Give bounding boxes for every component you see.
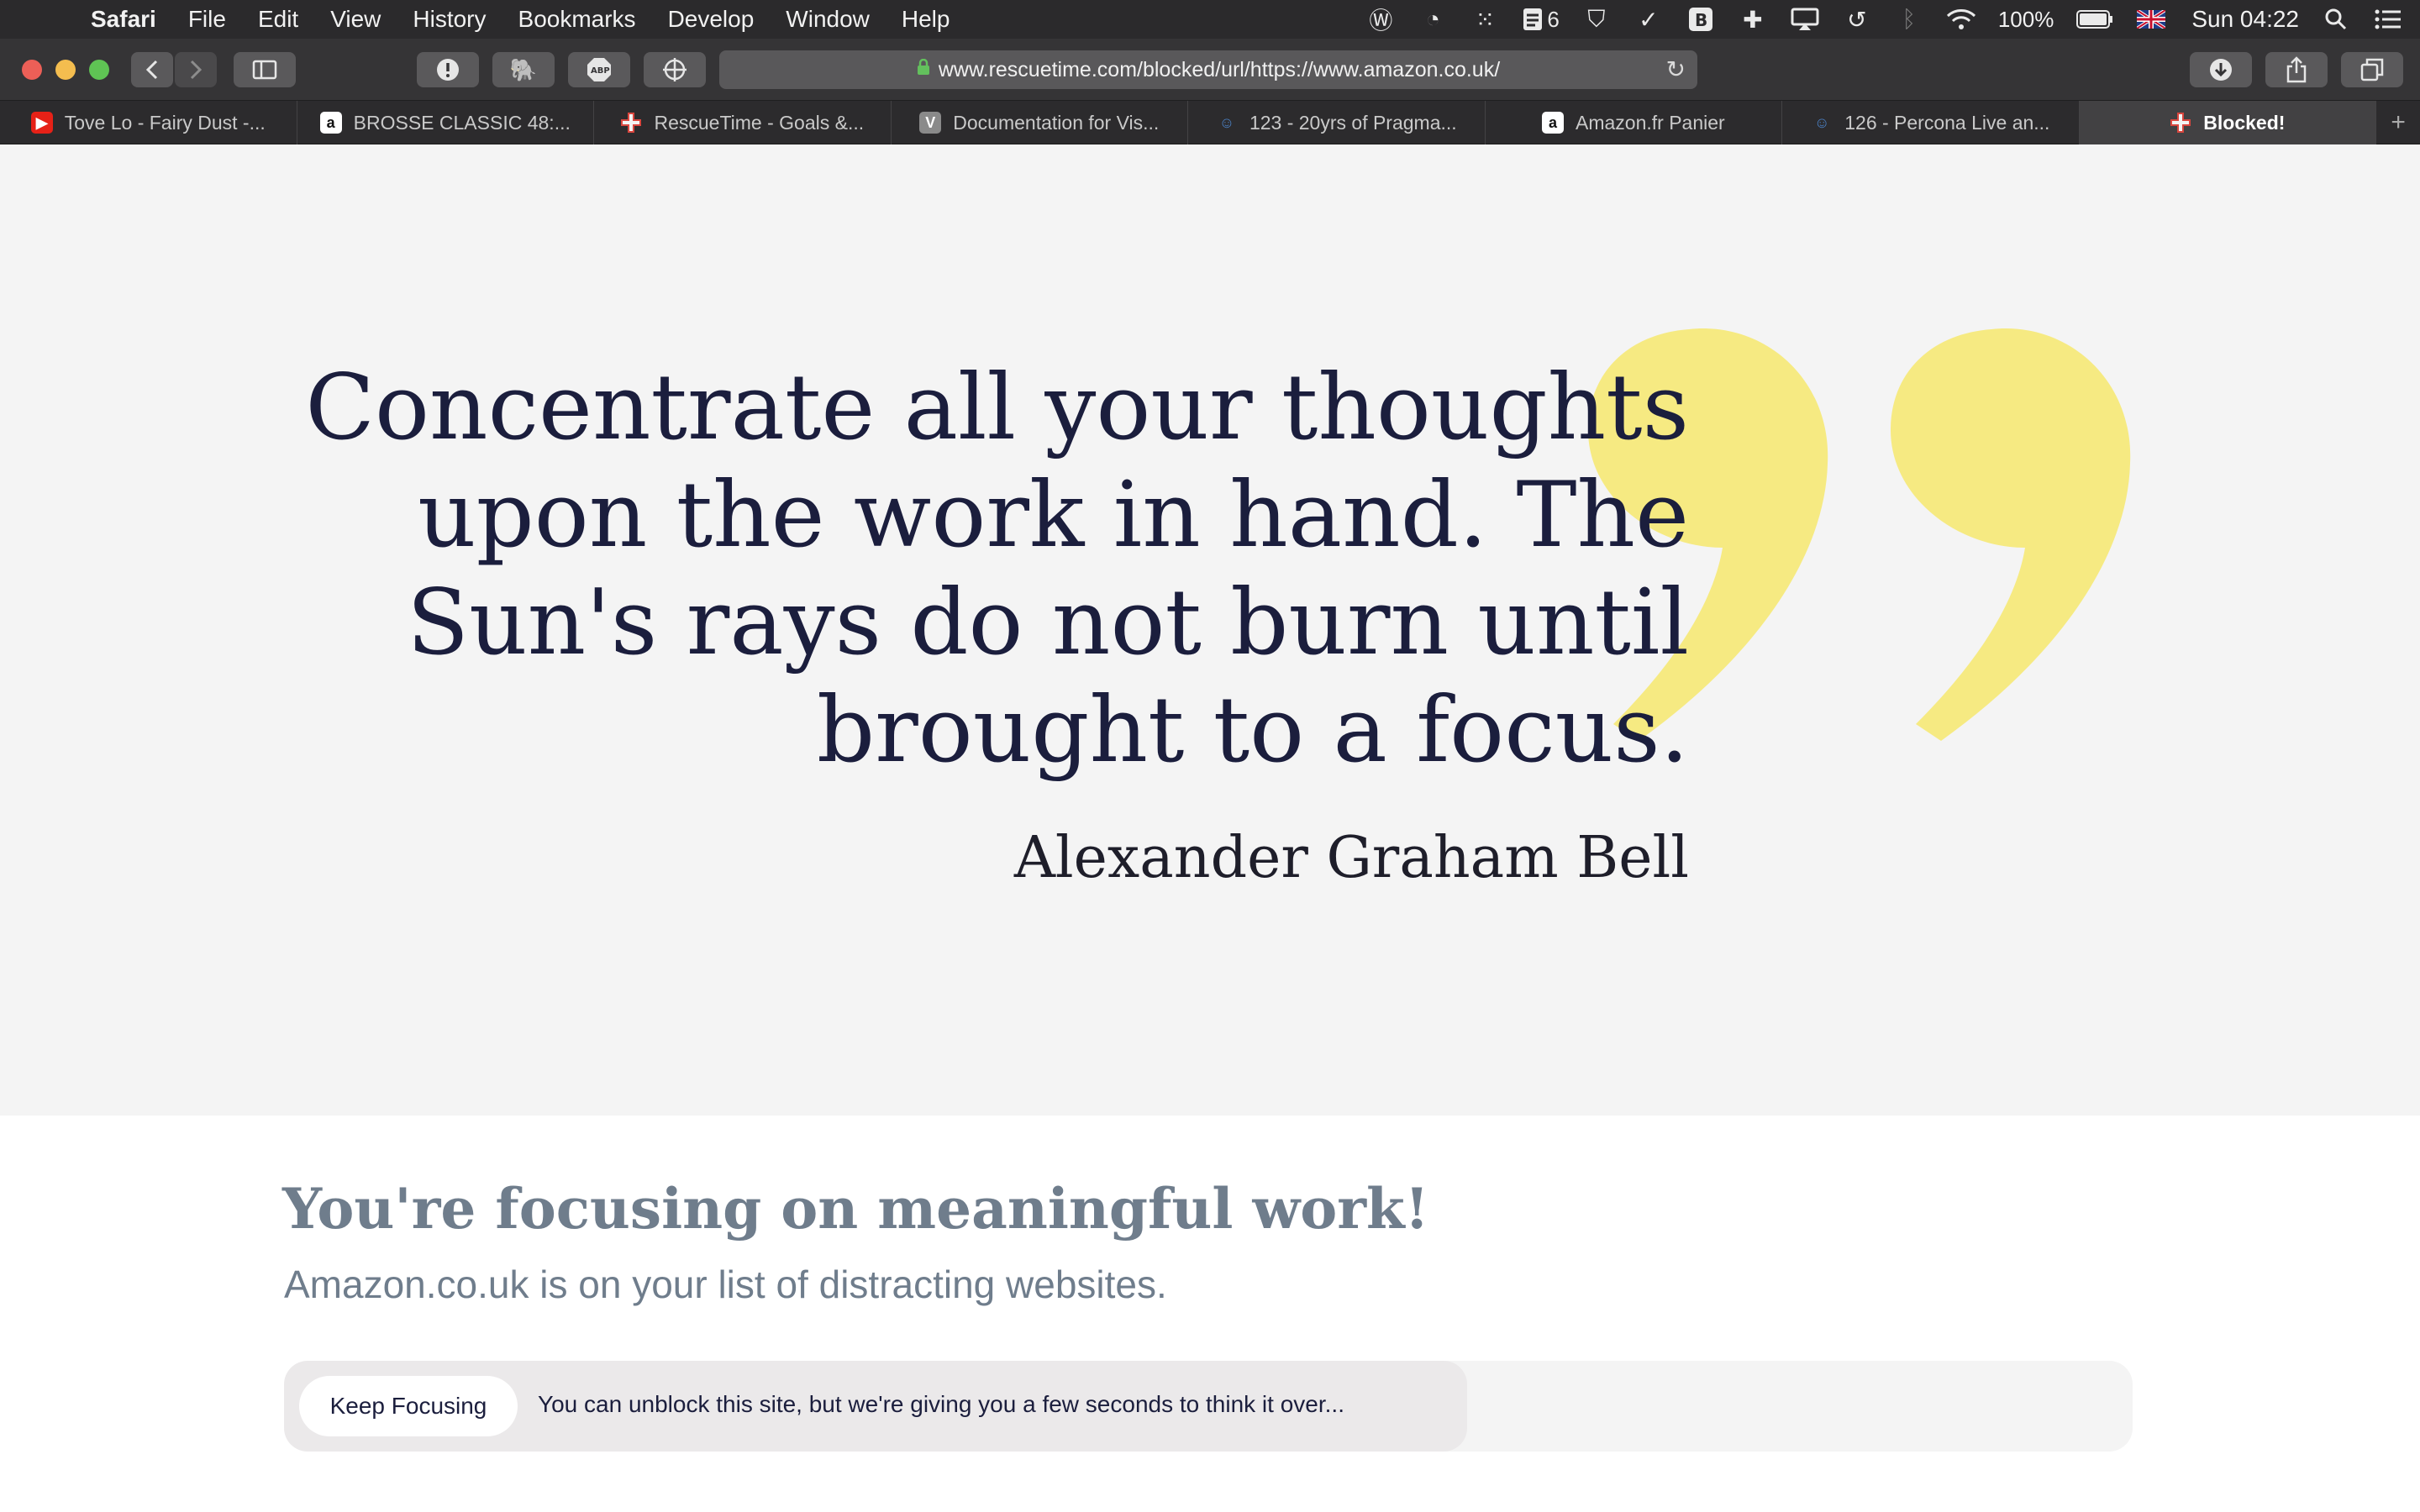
battery-icon[interactable] — [2075, 4, 2114, 34]
share-button[interactable] — [2265, 52, 2328, 87]
close-window-button[interactable] — [22, 60, 42, 80]
notification-count: 6 — [1547, 6, 1560, 32]
tab-title: 123 - 20yrs of Pragma... — [1249, 111, 1457, 134]
sidebar-icon — [252, 60, 277, 80]
rescuetime-icon — [620, 112, 642, 134]
browser-tab[interactable]: V Documentation for Vis... — [892, 101, 1189, 144]
browser-tab-active[interactable]: Blocked! — [2079, 101, 2377, 144]
back-button[interactable] — [131, 52, 173, 87]
b-app-icon[interactable]: B — [1686, 4, 1716, 34]
bluetooth-icon[interactable]: ᛒ — [1894, 4, 1924, 34]
menu-bar-clock[interactable]: Sun 04:22 — [2191, 6, 2299, 33]
downloads-button[interactable] — [2190, 52, 2252, 87]
safari-toolbar: 🐘 ABP www.rescuetime.com/blocked/url/htt… — [0, 39, 2420, 101]
browser-tab[interactable]: ☺ 126 - Percona Live an... — [1782, 101, 2080, 144]
browser-tab[interactable]: a BROSSE CLASSIC 48:... — [297, 101, 595, 144]
exclamation-circle-icon — [437, 59, 459, 81]
menu-bookmarks[interactable]: Bookmarks — [518, 6, 636, 33]
amazon-icon: a — [319, 112, 342, 134]
plus-cross-icon[interactable]: ✚ — [1738, 4, 1768, 34]
menu-file[interactable]: File — [188, 6, 226, 33]
quote-author: Alexander Graham Bell — [1013, 825, 1689, 891]
tab-overview-button[interactable] — [2341, 52, 2403, 87]
menu-window[interactable]: Window — [786, 6, 870, 33]
menu-develop[interactable]: Develop — [668, 6, 755, 33]
tab-title: 126 - Percona Live an... — [1844, 111, 2050, 134]
tab-title: Tove Lo - Fairy Dust -... — [64, 111, 266, 134]
shield-icon[interactable]: ⛉ — [1581, 4, 1612, 34]
svg-text:B: B — [1695, 10, 1707, 30]
chevron-right-icon — [190, 60, 203, 80]
podcast-face-icon: ☺ — [1218, 113, 1235, 131]
podcast-face-icon: ☺ — [1814, 113, 1830, 131]
tab-bar: ▶ Tove Lo - Fairy Dust -... a BROSSE CLA… — [0, 101, 2420, 144]
battery-percentage: 100% — [1997, 6, 2054, 32]
notes-icon[interactable]: 6 — [1522, 4, 1560, 34]
checkmark-tools-icon[interactable]: ✓ — [1634, 4, 1664, 34]
crosshair-icon — [663, 58, 687, 81]
macos-menu-bar: Safari File Edit View History Bookmarks … — [0, 0, 2420, 39]
tabs-overview-icon — [2360, 58, 2384, 81]
menu-edit[interactable]: Edit — [258, 6, 298, 33]
timer-icon[interactable]: ◔ — [1418, 4, 1448, 34]
chevron-left-icon — [145, 60, 158, 80]
airplay-icon[interactable] — [1790, 4, 1820, 34]
menu-help[interactable]: Help — [902, 6, 950, 33]
wifi-icon[interactable] — [1946, 4, 1976, 34]
spotlight-search-icon[interactable] — [2321, 4, 2351, 34]
tab-title: BROSSE CLASSIC 48:... — [353, 111, 571, 134]
rescuetime-icon — [2170, 112, 2191, 134]
tab-title: Amazon.fr Panier — [1575, 111, 1725, 134]
download-arrow-icon — [2210, 59, 2232, 81]
tab-title: Documentation for Vis... — [953, 111, 1160, 134]
blocked-info-section: You're focusing on meaningful work! Amaz… — [0, 1116, 2420, 1512]
blocked-title: You're focusing on meaningful work! — [282, 1176, 1429, 1242]
evernote-extension-button[interactable]: 🐘 — [492, 52, 555, 87]
evernote-elephant-icon: 🐘 — [509, 56, 538, 82]
adblock-extension-button[interactable]: ABP — [568, 52, 630, 87]
menu-safari[interactable]: Safari — [91, 6, 156, 33]
uk-flag-icon[interactable] — [2136, 4, 2166, 34]
browser-tab[interactable]: ▶ Tove Lo - Fairy Dust -... — [0, 101, 297, 144]
url-text: www.rescuetime.com/blocked/url/https://w… — [938, 57, 1501, 81]
tab-title: RescueTime - Goals &... — [654, 111, 865, 134]
crosshair-extension-button[interactable] — [644, 52, 706, 87]
fullscreen-window-button[interactable] — [89, 60, 109, 80]
unblock-countdown-bar: Keep Focusing You can unblock this site,… — [284, 1361, 2133, 1452]
svg-text:ABP: ABP — [591, 66, 610, 76]
plus-icon: + — [2391, 108, 2406, 136]
abp-stop-icon: ABP — [587, 58, 611, 81]
tab-title: Blocked! — [2203, 111, 2286, 134]
quote-text: Concentrate all your thoughts upon the w… — [305, 355, 1689, 783]
blocked-subtitle: Amazon.co.uk is on your list of distract… — [284, 1263, 1167, 1306]
browser-tab[interactable]: a Amazon.fr Panier — [1486, 101, 1783, 144]
time-machine-icon[interactable]: ↺ — [1842, 4, 1872, 34]
wordpress-icon[interactable]: Ⓦ — [1365, 4, 1396, 34]
minimize-window-button[interactable] — [55, 60, 76, 80]
browser-tab[interactable]: ☺ 123 - 20yrs of Pragma... — [1188, 101, 1486, 144]
share-icon — [2286, 56, 2307, 83]
address-bar[interactable]: www.rescuetime.com/blocked/url/https://w… — [719, 50, 1697, 89]
new-tab-button[interactable]: + — [2376, 101, 2420, 144]
extension-alert-button[interactable] — [417, 52, 479, 87]
menu-history[interactable]: History — [413, 6, 486, 33]
reload-icon[interactable]: ↻ — [1666, 55, 1686, 83]
youtube-icon: ▶ — [30, 112, 53, 134]
forward-button[interactable] — [175, 52, 217, 87]
grid-dots-icon[interactable]: ⁙ — [1470, 4, 1500, 34]
quote-hero: Concentrate all your thoughts upon the w… — [0, 144, 2420, 1116]
unblock-message: You can unblock this site, but we're giv… — [538, 1391, 1344, 1417]
menu-view[interactable]: View — [330, 6, 381, 33]
lock-icon — [917, 58, 930, 81]
keep-focusing-button[interactable]: Keep Focusing — [299, 1376, 518, 1436]
v-icon: V — [919, 112, 942, 134]
sidebar-toggle-button[interactable] — [234, 52, 296, 87]
amazon-icon: a — [1541, 112, 1564, 134]
notification-center-icon[interactable] — [2373, 4, 2403, 34]
browser-tab[interactable]: RescueTime - Goals &... — [594, 101, 892, 144]
menu-bar-status-area: Ⓦ ◔ ⁙ 6 ⛉ ✓ B ✚ ↺ ᛒ 100% Sun 04:22 — [1365, 0, 2403, 39]
